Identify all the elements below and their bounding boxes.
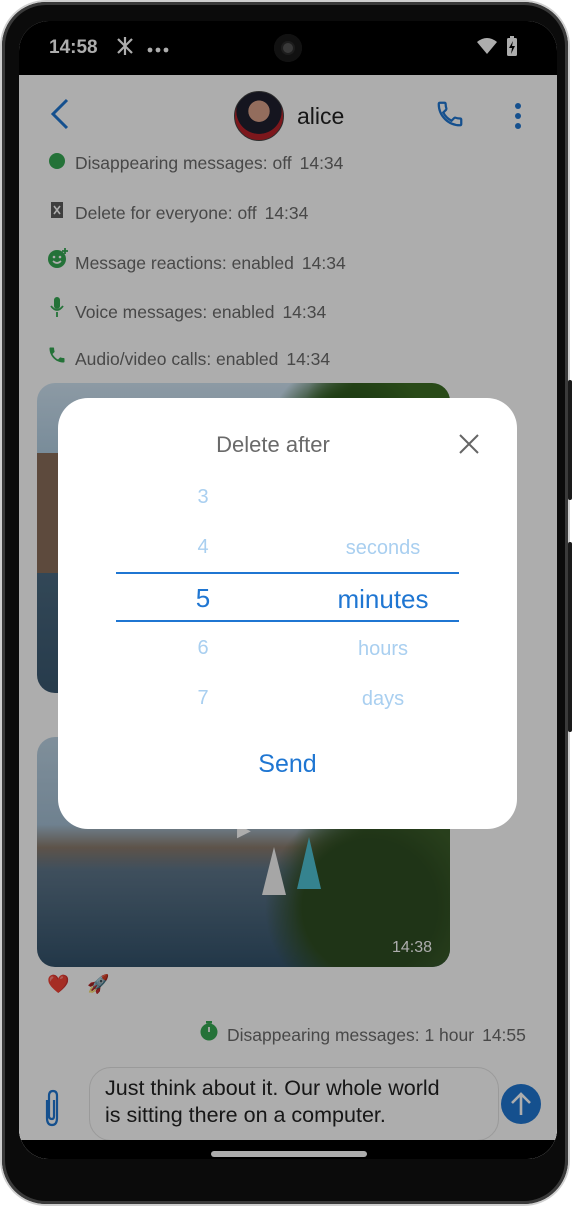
picker-unit[interactable]: seconds	[278, 537, 488, 560]
picker-number[interactable]: 7	[168, 687, 238, 710]
dialog-title: Delete after	[216, 432, 330, 457]
picker-number[interactable]: 4	[168, 536, 238, 559]
picker-selection-bottom-line	[116, 620, 459, 622]
close-icon[interactable]	[458, 433, 480, 455]
picker-number[interactable]: 6	[168, 637, 238, 660]
send-button[interactable]: Send	[58, 750, 517, 779]
picker-number-selected[interactable]: 5	[168, 583, 238, 614]
picker-unit-selected[interactable]: minutes	[278, 584, 488, 615]
picker-unit[interactable]: hours	[278, 638, 488, 661]
picker-selection-top-line	[116, 572, 459, 574]
picker-number[interactable]: 3	[168, 486, 238, 509]
volume-button	[568, 542, 572, 732]
picker-unit[interactable]: days	[278, 688, 488, 711]
power-button	[568, 380, 572, 500]
delete-after-dialog: Delete after 3 4 5 6 7 seconds minutes h…	[58, 398, 517, 829]
